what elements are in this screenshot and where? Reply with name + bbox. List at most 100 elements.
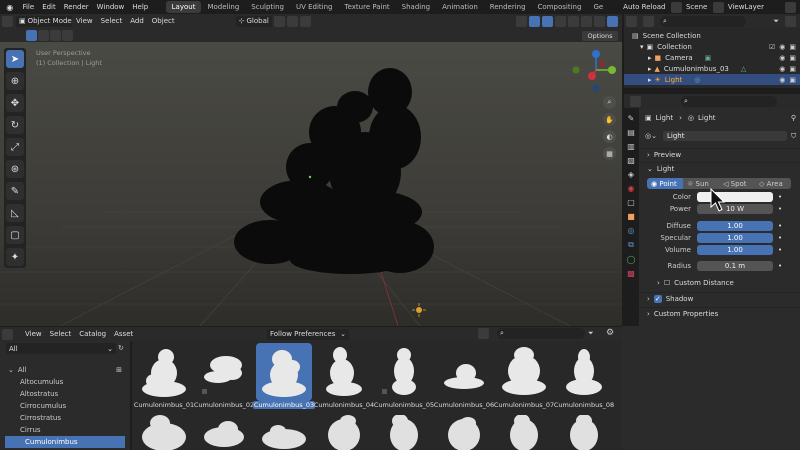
asset-thumb-3-selected[interactable] — [256, 343, 312, 401]
camera-render-icon[interactable]: ▣ — [789, 54, 796, 62]
keyframe-dot-icon[interactable]: • — [778, 234, 782, 242]
measure-tool-icon[interactable]: ◺ — [6, 204, 24, 222]
checkbox-icon[interactable]: ☑ — [769, 43, 775, 51]
asset-thumb-4[interactable] — [316, 343, 372, 401]
volume-slider[interactable]: 1.00 — [697, 245, 773, 255]
asset-thumb-7[interactable] — [496, 343, 552, 401]
physics-tab-icon[interactable]: ◎ — [628, 226, 635, 235]
sample-tool-icon[interactable]: ✦ — [6, 248, 24, 266]
collapsed-arrow-icon[interactable]: ▸ — [648, 76, 652, 84]
catalog-altostratus[interactable]: Altostratus — [0, 388, 130, 400]
library-dropdown[interactable]: All ⌄ — [6, 343, 116, 354]
catalog-all[interactable]: ⌄ All ⊞ — [0, 364, 130, 376]
import-method-dropdown[interactable]: Follow Preferences ⌄ — [267, 328, 349, 340]
xray-icon[interactable] — [555, 15, 566, 27]
select-subtract-icon[interactable] — [50, 30, 61, 41]
asset-name-4[interactable]: Cumulonimbus_04 — [313, 401, 375, 409]
camera-render-icon[interactable]: ▣ — [789, 65, 796, 73]
light-data-tab-icon[interactable]: ◯ — [627, 255, 636, 264]
solid-shading-icon[interactable] — [581, 15, 592, 27]
outliner-search[interactable]: ⌕ — [660, 15, 746, 27]
tab-uv-editing[interactable]: UV Editing — [290, 1, 339, 13]
outliner-row-camera[interactable]: ▸ ■ Camera ▣ ◉ ▣ — [624, 52, 800, 63]
texture-tab-icon[interactable]: ▩ — [627, 269, 635, 278]
outliner-row-cumulonimbus[interactable]: ▸ ▲ Cumulonimbus_03 △ ◉ ▣ — [624, 63, 800, 74]
collection-tab-icon[interactable]: ▢ — [627, 198, 635, 207]
asset-name-8[interactable]: Cumulonimbus_08 — [553, 401, 615, 409]
asset-name-7[interactable]: Cumulonimbus_07 — [493, 401, 555, 409]
keyframe-dot-icon[interactable]: • — [778, 222, 782, 230]
transform-orientation[interactable]: ⊹ Global — [235, 15, 272, 27]
scene-icon[interactable] — [671, 1, 682, 13]
specular-slider[interactable]: 1.00 — [697, 233, 773, 243]
diffuse-slider[interactable]: 1.00 — [697, 221, 773, 231]
power-field[interactable]: 10 W — [697, 204, 773, 214]
tab-compositing[interactable]: Compositing — [532, 1, 588, 13]
menu-file[interactable]: File — [18, 3, 38, 11]
collapsed-arrow-icon[interactable]: ▸ — [648, 54, 652, 62]
asset-thumb-8[interactable] — [556, 343, 612, 401]
transform-tool-icon[interactable]: ⊛ — [6, 160, 24, 178]
tool-tab-icon[interactable]: ✎ — [628, 114, 635, 123]
gizmo-toggle-icon[interactable] — [529, 15, 540, 27]
camera-render-icon[interactable]: ▣ — [789, 43, 796, 51]
catalog-cirrus[interactable]: Cirrus — [0, 424, 130, 436]
keyframe-dot-icon[interactable]: • — [778, 246, 782, 254]
catalog-cumulonimbus[interactable]: Cumulonimbus — [5, 436, 125, 448]
mode-selector[interactable]: ▣ Object Mode — [16, 15, 72, 27]
tab-rendering[interactable]: Rendering — [484, 1, 532, 13]
custom-distance-checkbox[interactable]: ☐ — [664, 279, 670, 287]
world-tab-icon[interactable]: ◉ — [628, 184, 635, 193]
visibility-icon[interactable] — [516, 15, 527, 27]
asset-name-3[interactable]: Cumulonimbus_03 — [253, 401, 315, 409]
display-mode-icon[interactable] — [643, 15, 654, 27]
eye-icon[interactable]: ◉ — [779, 65, 785, 73]
tab-geometry-nodes[interactable]: Ge — [587, 1, 609, 13]
asset-name-2[interactable]: Cumulonimbus_02 — [193, 401, 255, 409]
panel-light[interactable]: ⌄ Light — [639, 162, 800, 174]
asset-name-6[interactable]: Cumulonimbus_06 — [433, 401, 495, 409]
light-type-area[interactable]: ◇ Area — [755, 178, 791, 189]
panel-shadow[interactable]: › ✓ Shadow — [639, 292, 800, 304]
datablock-name-field[interactable]: Light — [662, 131, 787, 141]
scene-tab-icon[interactable]: ◈ — [628, 170, 634, 179]
proportional-edit-icon[interactable] — [299, 15, 311, 27]
radius-field[interactable]: 0.1 m — [697, 261, 773, 271]
menu-view[interactable]: View — [72, 17, 97, 25]
asset-browser-editor-icon[interactable] — [2, 328, 13, 340]
tab-sculpting[interactable]: Sculpting — [245, 1, 290, 13]
new-view-layer-icon[interactable] — [785, 1, 796, 13]
filter-icon[interactable]: ⏷ — [773, 17, 779, 26]
view-layer-selector[interactable]: ViewLayer — [724, 3, 784, 11]
tab-modeling[interactable]: Modeling — [201, 1, 245, 13]
tab-shading[interactable]: Shading — [396, 1, 436, 13]
asset-search[interactable]: ⌕ — [497, 328, 585, 339]
properties-editor-icon[interactable] — [630, 96, 641, 107]
pin-icon[interactable]: ⚲ — [791, 114, 796, 122]
options-dropdown[interactable]: Options — [582, 31, 618, 41]
asset-menu-view[interactable]: View — [21, 330, 46, 338]
rendered-shading-icon[interactable] — [607, 15, 618, 27]
refresh-icon[interactable]: ↻ — [118, 344, 124, 352]
3d-viewport[interactable] — [0, 42, 622, 326]
select-box-mode-icon[interactable] — [26, 30, 37, 41]
outliner-row-light[interactable]: ▸ ☀ Light ◎ ◉ ▣ — [624, 74, 800, 85]
asset-thumb-2[interactable] — [196, 343, 252, 401]
blender-logo-icon[interactable]: ◉ — [4, 1, 15, 13]
asset-name-1[interactable]: Cumulonimbus_01 — [133, 401, 195, 409]
render-tab-icon[interactable]: ▤ — [627, 128, 635, 137]
collapsed-arrow-icon[interactable]: ▸ — [648, 65, 652, 73]
panel-custom-properties[interactable]: › Custom Properties — [639, 307, 800, 319]
menu-object[interactable]: Object — [148, 17, 179, 25]
filter-icon[interactable]: ⏷ — [588, 329, 594, 338]
scene-collection-row[interactable]: ▤ Scene Collection — [624, 30, 800, 41]
fake-user-shield-icon[interactable]: ⛉ — [791, 132, 796, 141]
menu-select[interactable]: Select — [97, 17, 127, 25]
catalog-cirrostratus[interactable]: Cirrostratus — [0, 412, 130, 424]
menu-help[interactable]: Help — [128, 3, 152, 11]
cursor-tool-icon[interactable]: ⊕ — [6, 72, 24, 90]
asset-thumb-6[interactable] — [436, 343, 492, 401]
menu-edit[interactable]: Edit — [38, 3, 60, 11]
add-catalog-icon[interactable]: ⊞ — [116, 366, 122, 374]
asset-name-5[interactable]: Cumulonimbus_05 — [373, 401, 435, 409]
